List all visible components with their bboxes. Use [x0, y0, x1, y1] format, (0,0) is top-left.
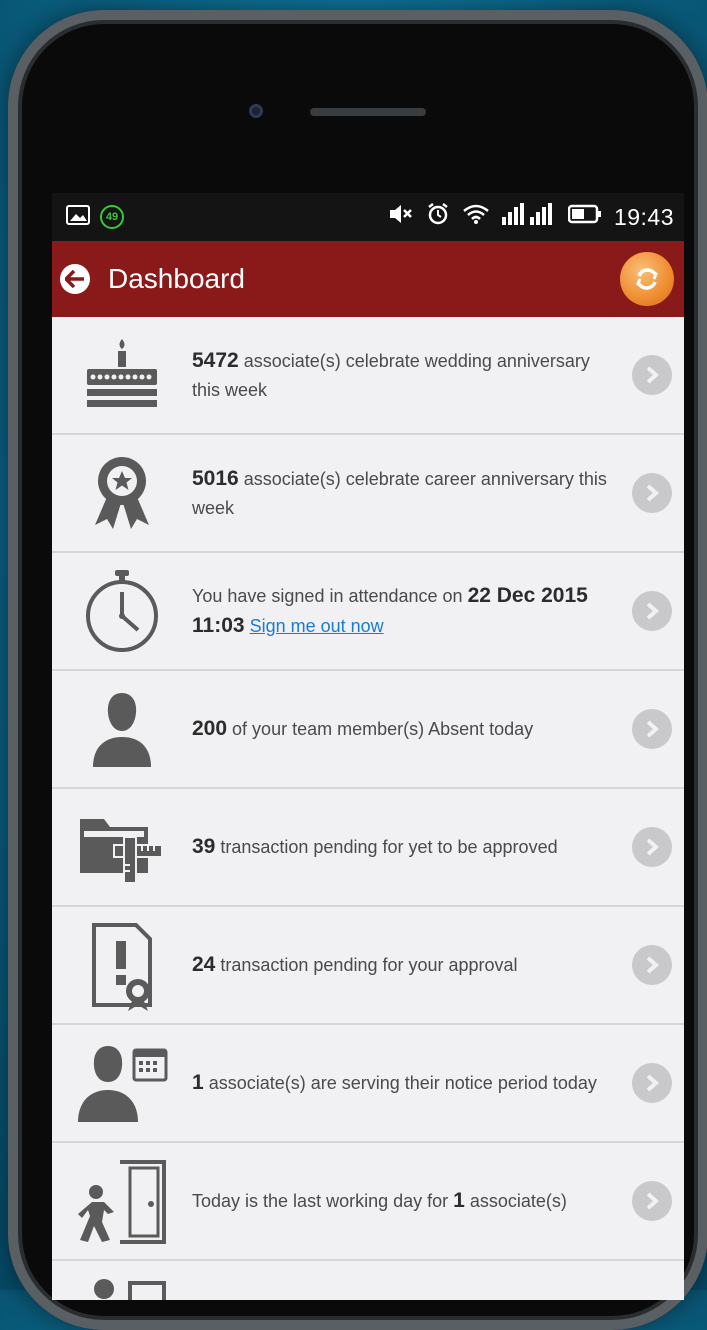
list-item-last-working-day[interactable]: Today is the last working day for 1 asso… — [52, 1143, 684, 1261]
count-value: 39 — [192, 835, 216, 858]
list-item-text: 24 transaction pending for your approval — [192, 950, 632, 980]
item-description: transaction pending for your approval — [215, 955, 518, 975]
screen: 49 19:43 Dashboard 5472 associate(s) cel… — [52, 193, 684, 1300]
list-item-notice-period[interactable]: 1 associate(s) are serving their notice … — [52, 1025, 684, 1143]
page-title: Dashboard — [108, 263, 245, 294]
alarm-icon — [426, 202, 450, 232]
list-item-career-anniversary[interactable]: 5016 associate(s) celebrate career anniv… — [52, 435, 684, 553]
chevron-right-icon[interactable] — [632, 473, 672, 513]
list-item-text: 39 transaction pending for yet to be app… — [192, 832, 632, 862]
list-item-your-approval[interactable]: 24 transaction pending for your approval — [52, 907, 684, 1025]
list-item-text: You have signed in attendance on 22 Dec … — [192, 581, 632, 641]
item-description: of your team member(s) Absent today — [227, 719, 534, 739]
clock-time: 19:43 — [613, 203, 674, 230]
chevron-right-icon[interactable] — [632, 945, 672, 985]
earpiece-speaker — [310, 108, 426, 116]
back-arrow-icon — [65, 270, 84, 288]
list-item-text: 1 associate(s) are serving their notice … — [192, 1068, 632, 1098]
list-item-partial[interactable] — [52, 1261, 684, 1300]
count-value: 200 — [192, 717, 228, 740]
sign-out-link[interactable]: Sign me out now — [250, 616, 384, 636]
count-value: 24 — [192, 953, 216, 976]
item-description: You have signed in attendance on — [192, 586, 468, 606]
list-item-text: Today is the last working day for 1 asso… — [192, 1186, 632, 1216]
chevron-right-icon[interactable] — [632, 1181, 672, 1221]
image-icon — [66, 204, 90, 230]
back-button[interactable] — [60, 264, 90, 294]
chevron-right-icon[interactable] — [632, 591, 672, 631]
wifi-icon — [462, 203, 490, 231]
list-item-text: 200 of your team member(s) Absent today — [192, 714, 632, 744]
document-alert-icon — [52, 907, 192, 1023]
count-value: 1 — [453, 1189, 465, 1212]
refresh-icon — [636, 268, 658, 290]
item-description: transaction pending for yet to be approv… — [215, 837, 558, 857]
front-camera — [249, 104, 263, 118]
count-value: 1 — [192, 1071, 204, 1094]
app-bar: Dashboard — [52, 241, 684, 317]
list-item-text: 5472 associate(s) celebrate wedding anni… — [192, 346, 632, 405]
count-value: 5472 — [192, 348, 239, 372]
chevron-right-icon[interactable] — [632, 709, 672, 749]
item-description: associate(s) are serving their notice pe… — [203, 1073, 597, 1093]
mute-icon — [388, 203, 414, 231]
list-item-text — [192, 1261, 684, 1277]
count-value: 5016 — [192, 466, 239, 490]
chevron-right-icon[interactable] — [632, 355, 672, 395]
stopwatch-icon — [52, 553, 192, 669]
list-item-pending-transactions[interactable]: 39 transaction pending for yet to be app… — [52, 789, 684, 907]
partial-row-icon — [52, 1261, 192, 1300]
award-ribbon-icon — [52, 435, 192, 551]
chevron-right-icon[interactable] — [632, 827, 672, 867]
signal-icon — [501, 203, 556, 231]
exit-door-icon — [52, 1143, 192, 1259]
refresh-button[interactable] — [620, 252, 674, 306]
notification-count-badge: 49 — [100, 205, 124, 229]
phone-frame: 49 19:43 Dashboard 5472 associate(s) cel… — [8, 10, 707, 1330]
list-item-text: 5016 associate(s) celebrate career anniv… — [192, 464, 632, 523]
item-description-suffix: associate(s) — [464, 1191, 567, 1211]
list-item-wedding-anniversary[interactable]: 5472 associate(s) celebrate wedding anni… — [52, 317, 684, 435]
item-description: Today is the last working day for — [192, 1191, 454, 1211]
person-calendar-icon — [52, 1025, 192, 1141]
status-bar: 49 19:43 — [52, 193, 684, 241]
item-description: associate(s) celebrate wedding anniversa… — [192, 350, 590, 400]
person-icon — [52, 671, 192, 787]
folder-ruler-icon — [52, 789, 192, 905]
list-item-attendance[interactable]: You have signed in attendance on 22 Dec … — [52, 553, 684, 671]
dashboard-list: 5472 associate(s) celebrate wedding anni… — [52, 317, 684, 1300]
list-item-team-absent[interactable]: 200 of your team member(s) Absent today — [52, 671, 684, 789]
cake-icon — [52, 317, 192, 433]
chevron-right-icon[interactable] — [632, 1063, 672, 1103]
item-description: associate(s) celebrate career anniversar… — [192, 468, 607, 518]
battery-icon — [567, 204, 602, 230]
